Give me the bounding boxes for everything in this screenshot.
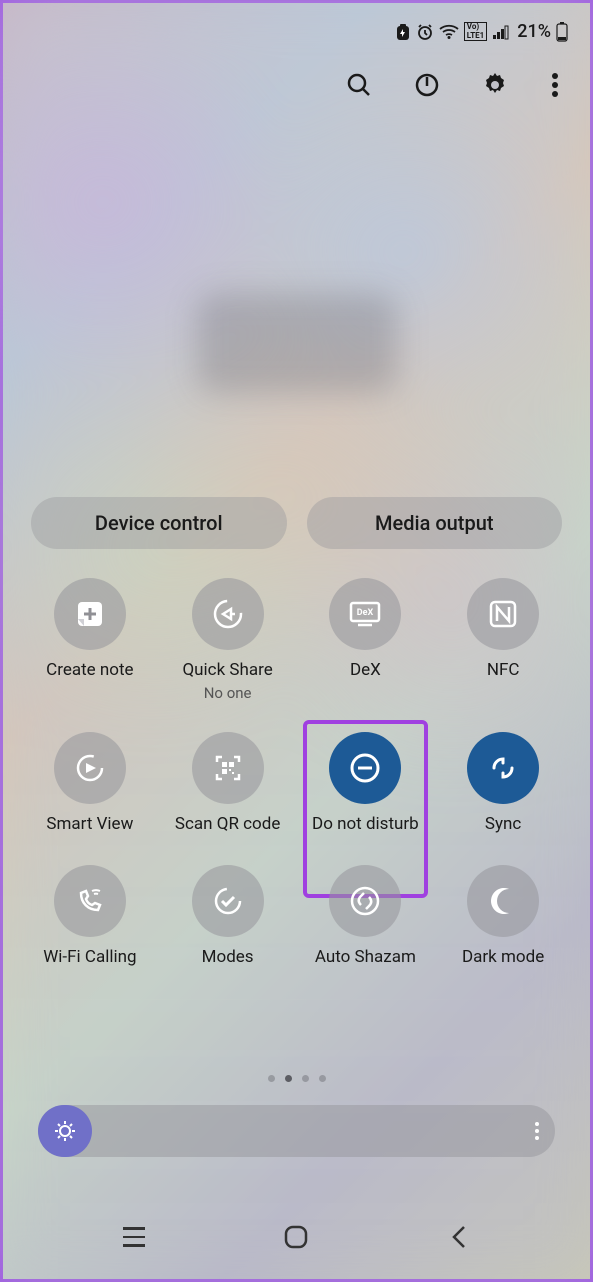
tile-label: Dark mode [462,947,544,968]
battery-saver-icon [395,23,411,41]
tile-label: Create note [46,660,133,681]
tile-dark-mode[interactable]: Dark mode [438,865,568,968]
battery-percent-text: 21% [517,21,551,42]
more-button[interactable] [548,70,562,100]
note-add-icon [73,597,107,631]
back-button[interactable] [437,1215,481,1259]
tile-nfc[interactable]: NFC [438,578,568,702]
battery-icon [556,22,568,42]
brightness-menu-button[interactable] [535,1122,539,1140]
tile-create-note[interactable]: Create note [25,578,155,702]
settings-button[interactable] [480,70,510,100]
signal-icon [492,24,510,40]
recents-button[interactable] [112,1215,156,1259]
quick-share-icon [210,596,246,632]
brightness-slider[interactable] [38,1105,555,1157]
home-button[interactable] [274,1215,318,1259]
modes-icon [210,883,246,919]
brightness-icon [53,1119,77,1143]
shazam-icon [347,883,383,919]
status-bar: Vo)LTE1 21% [3,3,590,42]
tile-auto-shazam[interactable]: Auto Shazam [301,865,431,968]
tile-quick-share[interactable]: Quick Share No one [163,578,293,702]
page-indicator[interactable] [268,1075,326,1082]
dex-icon: DeX [346,597,384,631]
alarm-icon [416,23,434,41]
media-output-button[interactable]: Media output [307,497,563,549]
tile-dex[interactable]: DeX DeX [301,578,431,702]
quick-settings-grid: Create note Quick Share No one DeX DeX N… [3,578,590,968]
tile-modes[interactable]: Modes [163,865,293,968]
tile-label: Wi-Fi Calling [43,947,136,968]
navigation-bar [3,1215,590,1259]
tile-label: Do not disturb [312,814,419,835]
svg-text:DeX: DeX [357,608,374,618]
wifi-icon [439,24,459,40]
qr-code-icon [211,751,245,785]
sync-icon [485,750,521,786]
tile-label: Sync [485,814,521,835]
tile-do-not-disturb[interactable]: Do not disturb [301,732,431,835]
power-button[interactable] [412,70,442,100]
smart-view-icon [72,750,108,786]
tile-scan-qr[interactable]: Scan QR code [163,732,293,835]
tile-wifi-calling[interactable]: Wi-Fi Calling [25,865,155,968]
tile-label: DeX [350,660,381,681]
do-not-disturb-icon [347,750,383,786]
tile-label: Scan QR code [175,814,280,835]
moon-icon [487,885,519,917]
tile-label: NFC [487,660,520,681]
device-control-button[interactable]: Device control [31,497,287,549]
wifi-calling-icon [72,883,108,919]
tile-label: Auto Shazam [315,947,416,968]
tile-label: Modes [202,947,254,968]
quick-panel-controls [3,42,590,100]
tile-smart-view[interactable]: Smart View [25,732,155,835]
nfc-icon [486,597,520,631]
tile-label: Smart View [46,814,133,835]
tile-sync[interactable]: Sync [438,732,568,835]
tile-label: Quick Share [182,660,272,681]
search-button[interactable] [344,70,374,100]
volte-icon: Vo)LTE1 [464,22,488,42]
tile-sublabel: No one [204,685,252,702]
